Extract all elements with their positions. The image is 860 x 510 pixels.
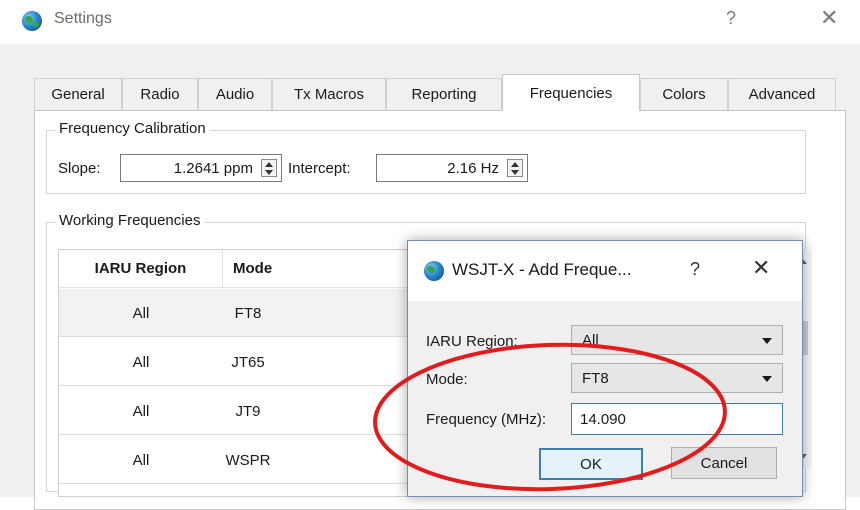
intercept-value: 2.16 Hz xyxy=(447,160,499,177)
mode-cell: WSPR xyxy=(225,451,271,469)
tab-radio[interactable]: Radio xyxy=(122,78,198,110)
dialog-close-button[interactable]: ✕ xyxy=(752,255,770,281)
stepper-down-icon xyxy=(265,170,273,175)
tab-reporting[interactable]: Reporting xyxy=(386,78,502,110)
mode-cell: JT9 xyxy=(235,402,261,420)
mode-select[interactable]: FT8 xyxy=(571,363,783,393)
stepper-down-icon xyxy=(511,170,519,175)
region-cell: All xyxy=(132,402,150,420)
chevron-down-icon xyxy=(762,338,772,344)
working-frequencies-table: IARU Region Mode All FT8 All JT65 All JT… xyxy=(58,249,428,497)
iaru-region-label: IARU Region: xyxy=(426,333,518,350)
intercept-spinbox[interactable]: 2.16 Hz xyxy=(376,154,528,182)
column-header-mode[interactable]: Mode xyxy=(223,250,427,288)
window-titlebar: Settings ? ✕ xyxy=(0,0,860,44)
slope-spinbox[interactable]: 1.2641 ppm xyxy=(120,154,282,182)
dialog-help-button[interactable]: ? xyxy=(690,259,700,280)
tab-advanced[interactable]: Advanced xyxy=(728,78,836,110)
intercept-stepper[interactable] xyxy=(507,159,523,177)
iaru-region-select[interactable]: All xyxy=(571,325,783,355)
table-row[interactable]: All JT65 xyxy=(59,338,427,386)
mode-value: FT8 xyxy=(582,370,609,387)
tab-frequencies[interactable]: Frequencies xyxy=(502,74,640,111)
add-frequency-title: WSJT-X - Add Freque... xyxy=(452,260,632,279)
intercept-label: Intercept: xyxy=(288,160,351,177)
mode-label: Mode: xyxy=(426,371,468,388)
add-frequency-titlebar: WSJT-X - Add Freque... ? ✕ xyxy=(408,241,802,301)
tab-general[interactable]: General xyxy=(34,78,122,110)
mode-cell: FT8 xyxy=(234,304,262,322)
add-frequency-dialog: WSJT-X - Add Freque... ? ✕ IARU Region: … xyxy=(407,240,803,497)
mode-cell: JT65 xyxy=(231,353,265,371)
frequency-input[interactable] xyxy=(571,403,783,435)
column-header-region[interactable]: IARU Region xyxy=(59,250,223,288)
close-button[interactable]: ✕ xyxy=(820,5,838,31)
iaru-region-value: All xyxy=(582,332,599,349)
tab-audio[interactable]: Audio xyxy=(198,78,272,110)
slope-value: 1.2641 ppm xyxy=(173,160,253,177)
frequency-calibration-title: Frequency Calibration xyxy=(55,120,210,137)
ok-button[interactable]: OK xyxy=(539,448,643,480)
stepper-up-icon xyxy=(265,162,273,167)
cancel-button[interactable]: Cancel xyxy=(671,447,777,479)
table-row[interactable]: All JT9 xyxy=(59,387,427,435)
tab-colors[interactable]: Colors xyxy=(640,78,728,110)
slope-label: Slope: xyxy=(58,160,101,177)
region-cell: All xyxy=(132,451,150,469)
window-title: Settings xyxy=(54,10,112,27)
help-button[interactable]: ? xyxy=(726,8,736,29)
tab-tx-macros[interactable]: Tx Macros xyxy=(272,78,386,110)
region-cell: All xyxy=(132,304,150,322)
chevron-down-icon xyxy=(762,376,772,382)
table-row[interactable]: All FT8 xyxy=(59,289,427,337)
stepper-up-icon xyxy=(511,162,519,167)
working-frequencies-title: Working Frequencies xyxy=(55,212,205,229)
region-cell: All xyxy=(132,353,150,371)
table-row[interactable]: All WSPR xyxy=(59,436,427,484)
slope-stepper[interactable] xyxy=(261,159,277,177)
frequency-label: Frequency (MHz): xyxy=(426,411,547,428)
globe-icon xyxy=(22,11,42,31)
globe-icon xyxy=(424,261,444,281)
